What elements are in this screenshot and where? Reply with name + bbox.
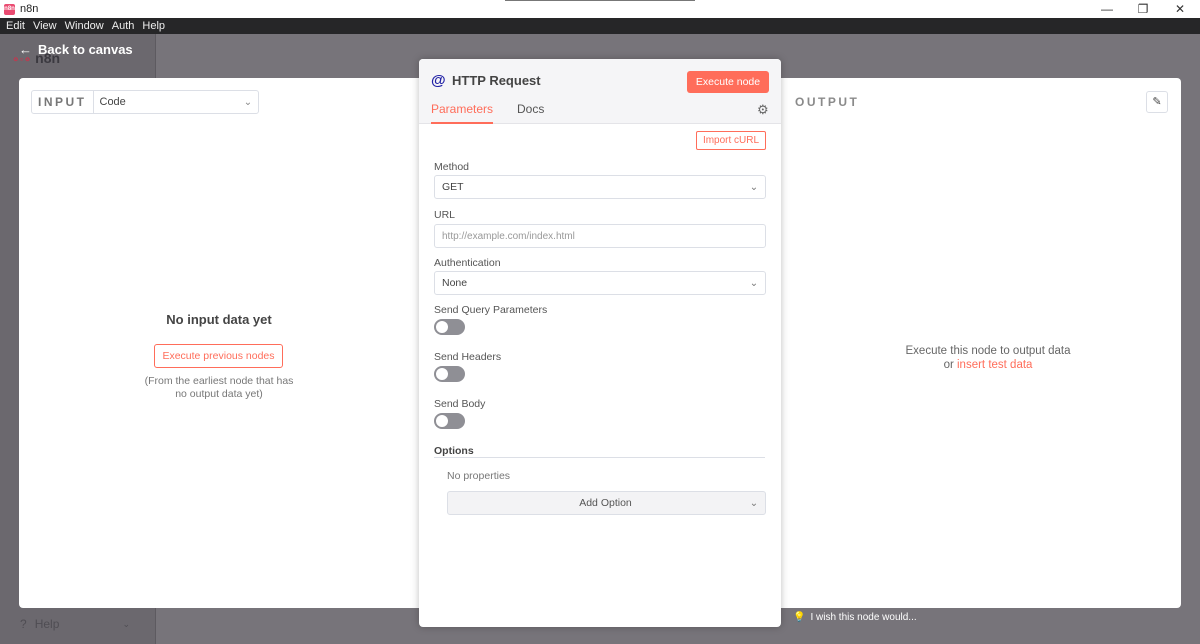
- insert-test-data-link[interactable]: insert test data: [957, 359, 1032, 371]
- back-to-canvas-button[interactable]: ← Back to canvas: [19, 42, 133, 57]
- lightbulb-icon: 💡: [793, 612, 806, 623]
- window-titlebar: n8n n8n — ❐ ✕: [0, 0, 1200, 18]
- no-input-title: No input data yet: [166, 312, 272, 327]
- authentication-label: Authentication: [434, 257, 501, 269]
- options-divider: [434, 457, 765, 458]
- menu-bar: Edit View Window Auth Help: [0, 18, 1200, 34]
- title-divider: [505, 0, 695, 1]
- url-placeholder: http://example.com/index.html: [442, 230, 575, 242]
- pencil-icon: ✎: [1152, 96, 1162, 108]
- edit-output-button[interactable]: ✎: [1146, 91, 1168, 113]
- restore-icon[interactable]: ❐: [1123, 0, 1163, 18]
- input-hint: (From the earliest node that has no outp…: [19, 375, 419, 401]
- execute-node-button[interactable]: Execute node: [687, 71, 769, 93]
- url-label: URL: [434, 209, 456, 221]
- send-query-toggle[interactable]: [434, 319, 465, 335]
- chevron-down-icon: ⌄: [243, 96, 253, 108]
- method-label: Method: [434, 161, 470, 173]
- output-label: OUTPUT: [795, 95, 860, 109]
- no-properties-text: No properties: [447, 470, 511, 482]
- tab-docs[interactable]: Docs: [517, 102, 544, 122]
- menu-edit[interactable]: Edit: [6, 20, 25, 32]
- app-icon: n8n: [4, 3, 15, 15]
- add-option-label: Add Option: [579, 497, 632, 509]
- authentication-select[interactable]: None ⌄: [434, 271, 766, 295]
- execute-previous-nodes-button[interactable]: Execute previous nodes: [154, 344, 283, 368]
- http-request-icon: @: [431, 72, 446, 89]
- chevron-down-icon: ⌄: [122, 618, 130, 629]
- window-title: n8n: [20, 3, 39, 15]
- output-message-line1: Execute this node to output data: [905, 345, 1071, 357]
- menu-auth[interactable]: Auth: [112, 20, 135, 32]
- output-panel: OUTPUT ✎ Execute this node to output dat…: [782, 78, 1181, 608]
- authentication-value: None: [442, 277, 468, 289]
- send-headers-toggle[interactable]: [434, 366, 465, 382]
- send-body-label: Send Body: [434, 398, 486, 410]
- node-header: @ HTTP Request Execute node Parameters D…: [419, 59, 781, 124]
- menu-window[interactable]: Window: [65, 20, 104, 32]
- chevron-down-icon: ⌄: [749, 277, 759, 289]
- menu-help[interactable]: Help: [142, 20, 165, 32]
- help-label: Help: [34, 617, 60, 631]
- sidebar-item-help[interactable]: ? Help ⌄: [20, 617, 130, 631]
- gear-icon[interactable]: ⚙: [757, 102, 769, 118]
- close-icon[interactable]: ✕: [1160, 0, 1200, 18]
- options-label: Options: [434, 445, 474, 457]
- url-input[interactable]: http://example.com/index.html: [434, 224, 766, 248]
- input-panel: INPUT Code ⌄ No input data yet Execute p…: [19, 78, 419, 608]
- chevron-down-icon: ⌄: [749, 497, 759, 509]
- question-icon: ?: [20, 617, 27, 631]
- send-body-toggle[interactable]: [434, 413, 465, 429]
- method-value: GET: [442, 181, 464, 193]
- input-mode-value: Code: [99, 96, 126, 108]
- output-message: Execute this node to output data or inse…: [782, 344, 1194, 372]
- chevron-down-icon: ⌄: [749, 181, 759, 193]
- feedback-label: I wish this node would...: [810, 612, 917, 623]
- node-settings-panel: @ HTTP Request Execute node Parameters D…: [419, 59, 781, 627]
- tab-parameters[interactable]: Parameters: [431, 102, 493, 124]
- input-hint-line1: (From the earliest node that has: [144, 375, 294, 387]
- input-label: INPUT: [32, 91, 94, 113]
- output-or: or: [943, 359, 954, 371]
- arrow-left-icon: ←: [19, 42, 32, 57]
- input-mode-select[interactable]: INPUT Code ⌄: [31, 90, 259, 114]
- feedback-link[interactable]: 💡 I wish this node would...: [793, 612, 917, 623]
- send-headers-label: Send Headers: [434, 351, 502, 363]
- menu-view[interactable]: View: [33, 20, 57, 32]
- send-query-label: Send Query Parameters: [434, 304, 548, 316]
- add-option-select[interactable]: Add Option ⌄: [447, 491, 766, 515]
- import-curl-button[interactable]: Import cURL: [696, 131, 766, 150]
- minimize-icon[interactable]: —: [1087, 0, 1127, 18]
- input-hint-line2: no output data yet): [175, 388, 263, 400]
- back-to-canvas-label: Back to canvas: [38, 42, 133, 57]
- method-select[interactable]: GET ⌄: [434, 175, 766, 199]
- node-title[interactable]: HTTP Request: [452, 73, 541, 88]
